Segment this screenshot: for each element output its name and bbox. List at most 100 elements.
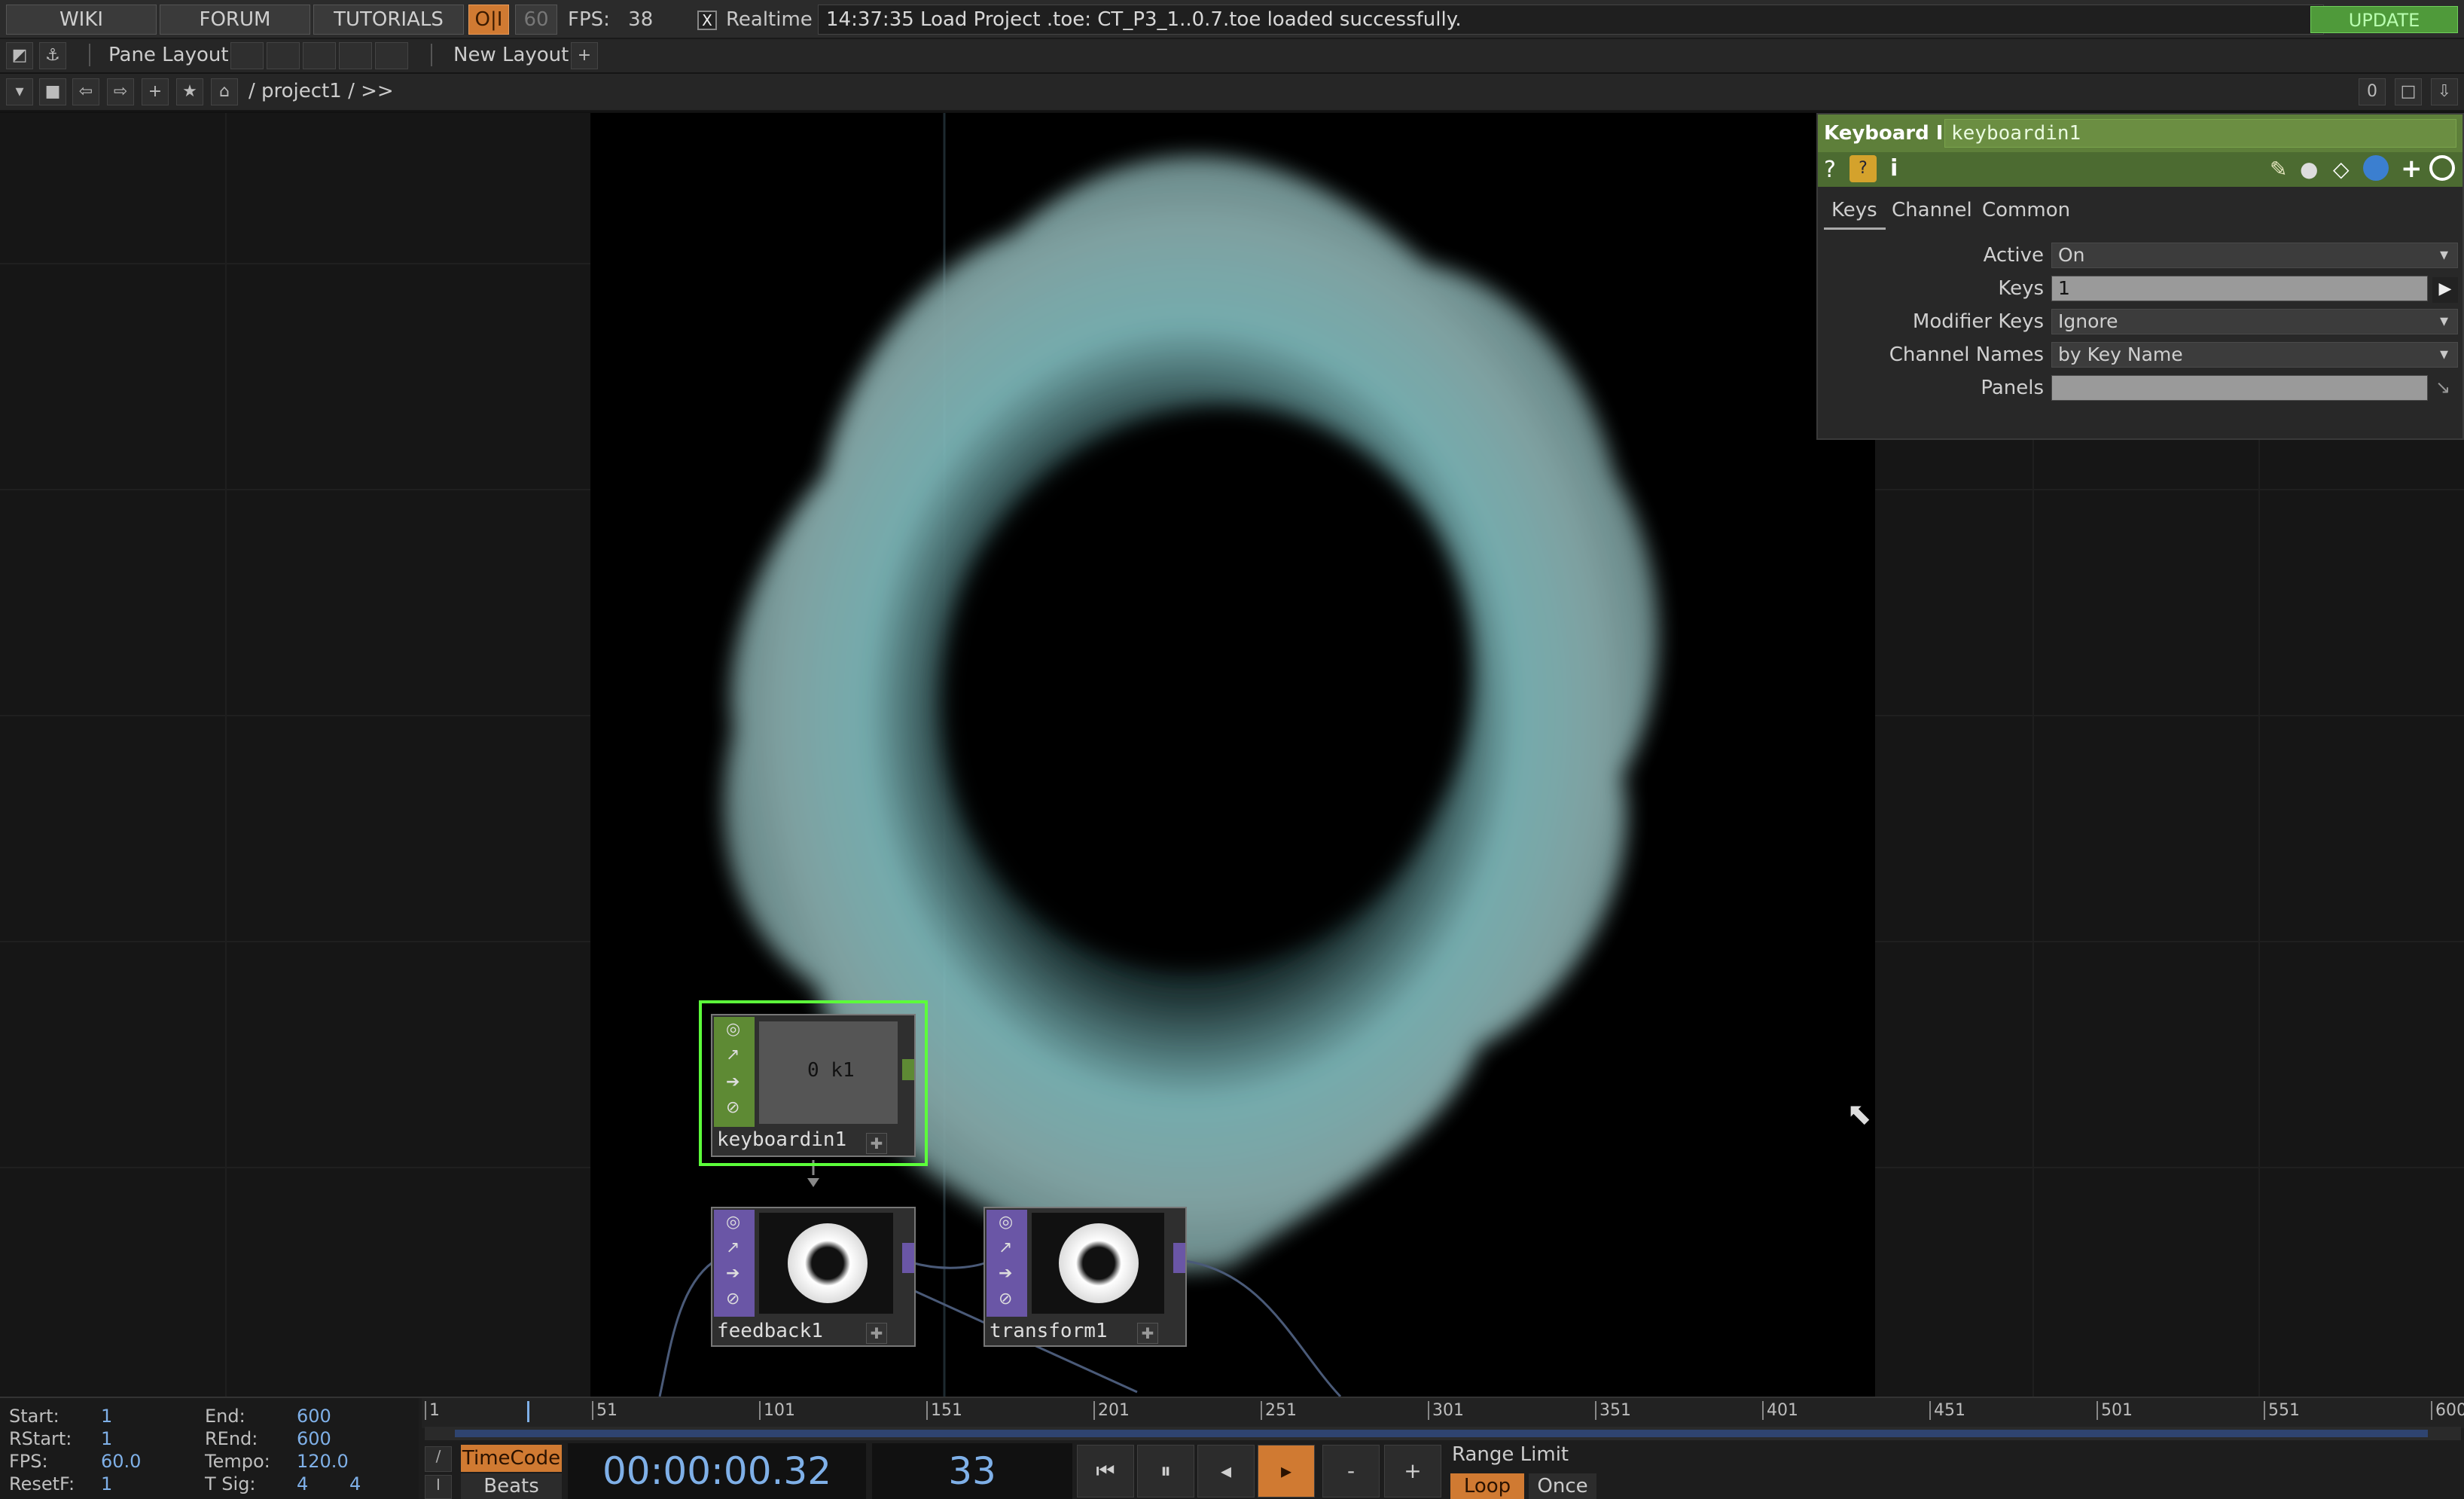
back-icon[interactable]: ⇦ [72,78,99,105]
timecode-toggle[interactable]: TimeCode [461,1445,562,1472]
stop-icon[interactable]: ■ [39,78,66,105]
node-feedback1[interactable]: ◎ ↗ ➔ ⊘ feedback1 ✚ [711,1207,916,1347]
tab-keys[interactable]: Keys [1831,199,1877,221]
end-value[interactable]: 600 [297,1406,331,1427]
fps-value: 38 [628,8,654,31]
add-icon[interactable]: + [2401,154,2423,184]
panels-field[interactable] [2051,375,2428,401]
viewer-flag-icon[interactable]: ◎ [726,1213,740,1232]
active-dropdown[interactable]: On [2051,243,2458,268]
pane-index[interactable]: 0 [2359,78,2386,105]
operator-name-field[interactable]: keyboardin1 [1944,119,2456,148]
step-minus-button[interactable]: - [1322,1445,1380,1497]
pane-icon[interactable]: ◩ [6,42,33,69]
home-icon[interactable]: ⌂ [211,78,238,105]
viewer-flag-icon[interactable]: ◎ [999,1213,1013,1232]
node-name-keyboardin1[interactable]: keyboardin1 [717,1128,846,1151]
range-bar[interactable] [455,1430,2428,1437]
output-connector[interactable] [902,1059,914,1080]
update-button[interactable]: UPDATE [2310,6,2458,33]
bypass-flag-icon[interactable]: ⊘ [726,1098,740,1117]
layout-single-icon[interactable] [230,42,264,69]
info-icon[interactable]: i [1890,155,1898,182]
i-beam-icon[interactable]: I [425,1475,452,1499]
node-add-icon[interactable]: ✚ [1137,1323,1158,1344]
oi-toggle[interactable]: O|I [468,5,509,35]
keys-field[interactable]: 1 [2051,276,2428,301]
viewer-flag-icon[interactable]: ◎ [726,1020,740,1039]
clone-icon[interactable]: ◇ [2333,157,2350,182]
tsig-numerator[interactable]: 4 [297,1473,308,1494]
play-arrow-icon[interactable]: ▶ [2432,277,2458,303]
network-path[interactable]: / project1 / >> [249,80,394,102]
layout-split-horizontal-icon[interactable] [303,42,336,69]
frame-display[interactable]: 33 [872,1443,1072,1499]
layout-three-icon[interactable] [339,42,372,69]
download-icon[interactable]: ⇩ [2431,78,2458,105]
step-plus-button[interactable]: + [1384,1445,1441,1497]
skip-to-start-icon[interactable]: ⏮ [1077,1445,1134,1497]
slash-icon[interactable]: / [425,1446,452,1472]
resetf-value[interactable]: 1 [101,1473,112,1494]
python-icon[interactable] [2363,155,2389,181]
node-viewer: 0 k1 [759,1021,898,1124]
node-add-icon[interactable]: ✚ [866,1133,887,1154]
comment-icon[interactable]: ● [2300,157,2318,182]
output-connector[interactable] [1173,1243,1185,1273]
timecode-display[interactable]: 00:00:00.32 [568,1443,866,1499]
maximize-icon[interactable]: □ [2395,78,2422,105]
cook-flag-icon[interactable]: ↗ [726,1046,740,1064]
realtime-checkbox[interactable]: X [697,11,717,30]
channel-names-dropdown[interactable]: by Key Name [2051,342,2458,368]
anchor-icon[interactable]: ⚓ [39,42,66,69]
node-add-icon[interactable]: ✚ [866,1323,887,1344]
pick-icon[interactable]: ↘ [2435,377,2450,398]
pause-icon[interactable]: ⏸ [1137,1445,1194,1497]
tsig-denominator[interactable]: 4 [349,1473,361,1494]
forum-button[interactable]: FORUM [160,5,310,35]
output-connector[interactable] [902,1243,914,1273]
new-layout-label[interactable]: New Layout [453,44,569,66]
ruler-tick-label: 251 [1261,1401,1297,1420]
node-name-feedback1[interactable]: feedback1 [717,1320,823,1342]
node-transform1[interactable]: ◎ ↗ ➔ ⊘ transform1 ✚ [983,1207,1187,1347]
chevron-down-icon[interactable]: ▾ [6,78,33,105]
playhead[interactable] [527,1401,529,1422]
add-icon[interactable]: + [142,78,169,105]
fps-cap[interactable]: 60 [515,5,557,35]
modifier-keys-dropdown[interactable]: Ignore [2051,309,2458,334]
once-button[interactable]: Once [1529,1473,1596,1499]
tab-common[interactable]: Common [1982,199,2070,221]
step-back-icon[interactable]: ◂ [1197,1445,1255,1497]
forward-icon[interactable]: ⇨ [107,78,134,105]
tab-channel[interactable]: Channel [1892,199,1972,221]
tempo-value[interactable]: 120.0 [297,1451,349,1472]
rend-value[interactable]: 600 [297,1428,331,1449]
cook-flag-icon[interactable]: ↗ [726,1238,740,1257]
bypass-flag-icon[interactable]: ⊘ [726,1290,740,1308]
tutorials-button[interactable]: TUTORIALS [313,5,464,35]
target-icon[interactable] [2429,155,2455,181]
star-icon[interactable]: ★ [176,78,203,105]
layout-split-vertical-icon[interactable] [267,42,300,69]
help-icon[interactable]: ? [1824,157,1836,183]
cook-flag-icon[interactable]: ↗ [999,1238,1012,1257]
rstart-value[interactable]: 1 [101,1428,112,1449]
node-keyboardin1[interactable]: ◎ ↗ ➔ ⊘ 0 k1 keyboardin1 ✚ [711,1014,916,1157]
play-icon[interactable]: ▸ [1258,1445,1315,1497]
bypass-flag-icon[interactable]: ⊘ [999,1290,1012,1308]
node-name-transform1[interactable]: transform1 [990,1320,1108,1342]
loop-button[interactable]: Loop [1450,1473,1524,1499]
layout-four-icon[interactable] [375,42,408,69]
fps-value[interactable]: 60.0 [101,1451,141,1472]
range-track[interactable] [425,1427,2461,1440]
start-value[interactable]: 1 [101,1406,112,1427]
wiki-button[interactable]: WIKI [6,5,157,35]
edit-icon[interactable]: ✎ [2270,157,2287,182]
python-help-icon[interactable]: ? [1850,155,1877,182]
export-flag-icon[interactable]: ➔ [726,1073,740,1091]
add-layout-button[interactable]: + [571,42,598,69]
export-flag-icon[interactable]: ➔ [726,1264,740,1283]
beats-toggle[interactable]: Beats [461,1473,562,1499]
export-flag-icon[interactable]: ➔ [999,1264,1012,1283]
